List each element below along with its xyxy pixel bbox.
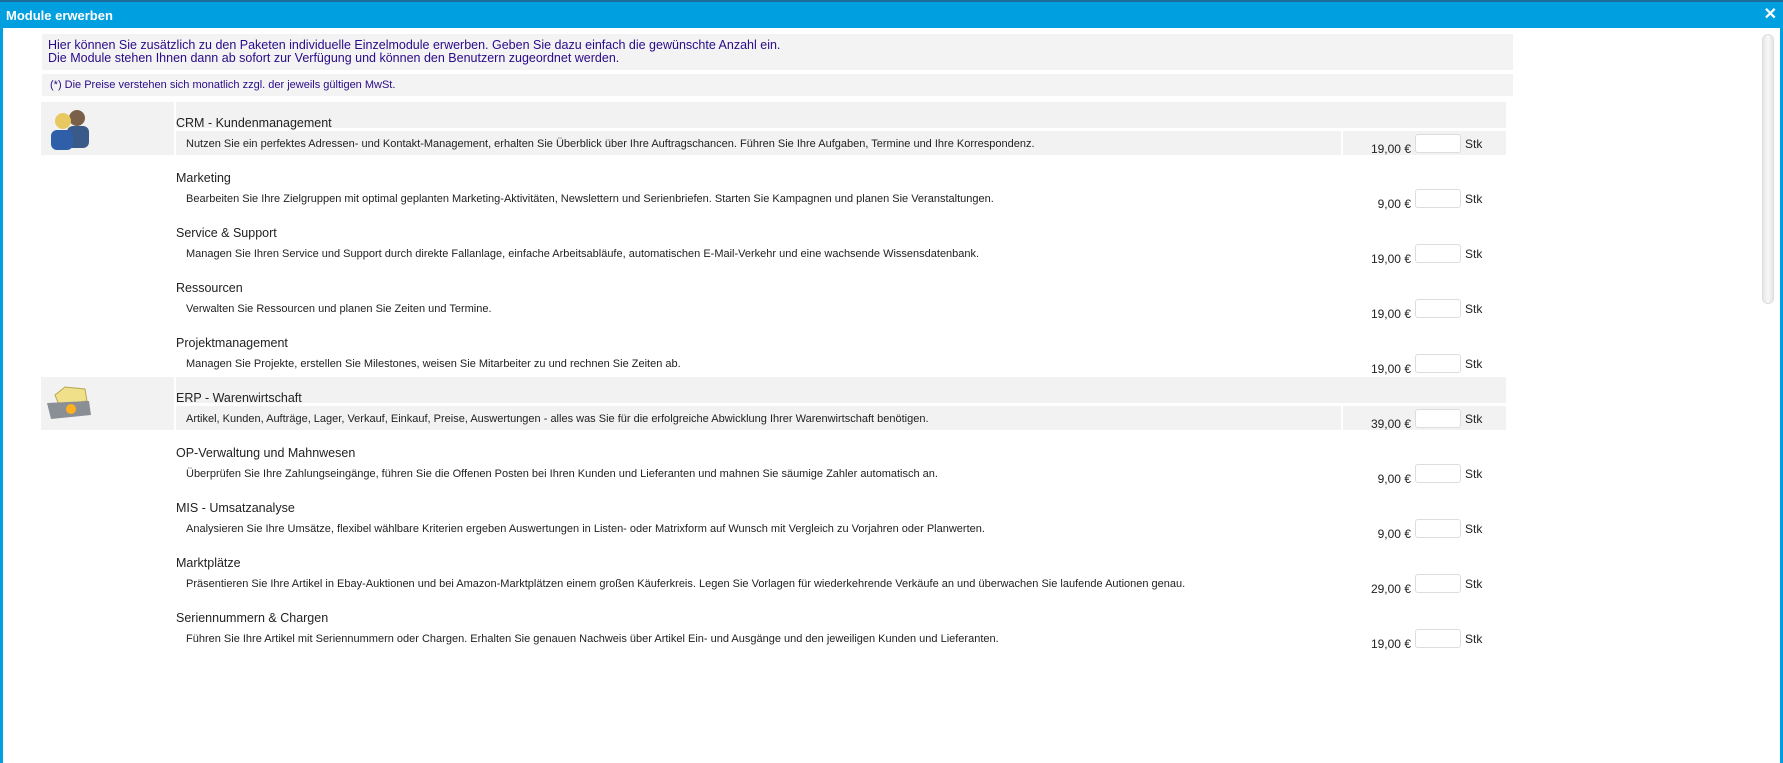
- unit-label: Stk: [1465, 412, 1483, 426]
- module-list: CRM - Kundenmanagement Nutzen Sie ein pe…: [41, 102, 1506, 652]
- module-price: 9,00 €: [1377, 197, 1411, 211]
- unit-label: Stk: [1465, 247, 1483, 261]
- quantity-input[interactable]: [1415, 134, 1461, 153]
- unit-label: Stk: [1465, 632, 1483, 646]
- module-row: Marktplätze Präsentieren Sie Ihre Artike…: [41, 542, 1506, 597]
- module-title: ERP - Warenwirtschaft: [176, 391, 302, 405]
- module-description: Managen Sie Projekte, erstellen Sie Mile…: [186, 358, 681, 370]
- quantity-input[interactable]: [1415, 629, 1461, 648]
- price-note: (*) Die Preise verstehen sich monatlich …: [42, 74, 1513, 96]
- module-description: Analysieren Sie Ihre Umsätze, flexibel w…: [186, 523, 985, 535]
- unit-label: Stk: [1465, 577, 1483, 591]
- module-price: 19,00 €: [1370, 252, 1411, 266]
- module-description: Nutzen Sie ein perfektes Adressen- und K…: [186, 138, 1035, 150]
- module-price: 19,00 €: [1370, 307, 1411, 321]
- module-row: MIS - Umsatzanalyse Analysieren Sie Ihre…: [41, 487, 1506, 542]
- module-title: Service & Support: [176, 226, 277, 240]
- unit-label: Stk: [1465, 137, 1483, 151]
- module-title: Ressourcen: [176, 281, 243, 295]
- module-title: OP-Verwaltung und Mahnwesen: [176, 446, 356, 460]
- quantity-input[interactable]: [1415, 189, 1461, 208]
- dialog-window: Module erwerben ✕ Hier können Sie zusätz…: [0, 2, 1783, 763]
- scrollbar[interactable]: [1762, 34, 1774, 304]
- module-title: MIS - Umsatzanalyse: [176, 501, 295, 515]
- dialog-body: Hier können Sie zusätzlich zu den Pakete…: [3, 28, 1780, 763]
- module-row: CRM - Kundenmanagement Nutzen Sie ein pe…: [41, 102, 1506, 157]
- module-row: Marketing Bearbeiten Sie Ihre Zielgruppe…: [41, 157, 1506, 212]
- module-row: Ressourcen Verwalten Sie Ressourcen und …: [41, 267, 1506, 322]
- module-row: Service & Support Managen Sie Ihren Serv…: [41, 212, 1506, 267]
- people-icon: [45, 106, 95, 153]
- module-price: 29,00 €: [1370, 582, 1411, 596]
- module-price: 9,00 €: [1377, 472, 1411, 486]
- info-box: Hier können Sie zusätzlich zu den Pakete…: [42, 34, 1513, 70]
- unit-label: Stk: [1465, 522, 1483, 536]
- quantity-input[interactable]: [1415, 244, 1461, 263]
- close-icon[interactable]: ✕: [1764, 7, 1777, 23]
- module-title: Seriennummern & Chargen: [176, 611, 329, 625]
- module-row: Seriennummern & Chargen Führen Sie Ihre …: [41, 597, 1506, 652]
- module-description: Bearbeiten Sie Ihre Zielgruppen mit opti…: [186, 193, 994, 205]
- unit-label: Stk: [1465, 467, 1483, 481]
- quantity-input[interactable]: [1415, 574, 1461, 593]
- module-title: CRM - Kundenmanagement: [176, 116, 332, 130]
- quantity-input[interactable]: [1415, 409, 1461, 428]
- module-description: Verwalten Sie Ressourcen und planen Sie …: [186, 303, 492, 315]
- info-line-2: Die Module stehen Ihnen dann ab sofort z…: [48, 51, 620, 65]
- module-description: Managen Sie Ihren Service und Support du…: [186, 248, 980, 260]
- quantity-input[interactable]: [1415, 464, 1461, 483]
- box-icon: [45, 381, 95, 428]
- module-row: Projektmanagement Managen Sie Projekte, …: [41, 322, 1506, 377]
- module-description: Führen Sie Ihre Artikel mit Seriennummer…: [186, 633, 999, 645]
- unit-label: Stk: [1465, 357, 1483, 371]
- module-price: 19,00 €: [1370, 142, 1411, 156]
- module-title: Marketing: [176, 171, 231, 185]
- quantity-input[interactable]: [1415, 519, 1461, 538]
- module-row: OP-Verwaltung und Mahnwesen Überprüfen S…: [41, 432, 1506, 487]
- module-row: ERP - Warenwirtschaft Artikel, Kunden, A…: [41, 377, 1506, 432]
- module-title: Marktplätze: [176, 556, 241, 570]
- module-price: 19,00 €: [1370, 362, 1411, 376]
- module-price: 19,00 €: [1370, 637, 1411, 651]
- module-description: Präsentieren Sie Ihre Artikel in Ebay-Au…: [186, 578, 1186, 590]
- unit-label: Stk: [1465, 302, 1483, 316]
- module-description: Überprüfen Sie Ihre Zahlungseingänge, fü…: [186, 468, 938, 480]
- module-description: Artikel, Kunden, Aufträge, Lager, Verkau…: [186, 413, 929, 425]
- module-price: 39,00 €: [1370, 417, 1411, 431]
- module-price: 9,00 €: [1377, 527, 1411, 541]
- dialog-title: Module erwerben: [6, 7, 113, 23]
- unit-label: Stk: [1465, 192, 1483, 206]
- title-bar: Module erwerben ✕: [0, 2, 1783, 28]
- module-title: Projektmanagement: [176, 336, 288, 350]
- quantity-input[interactable]: [1415, 299, 1461, 318]
- quantity-input[interactable]: [1415, 354, 1461, 373]
